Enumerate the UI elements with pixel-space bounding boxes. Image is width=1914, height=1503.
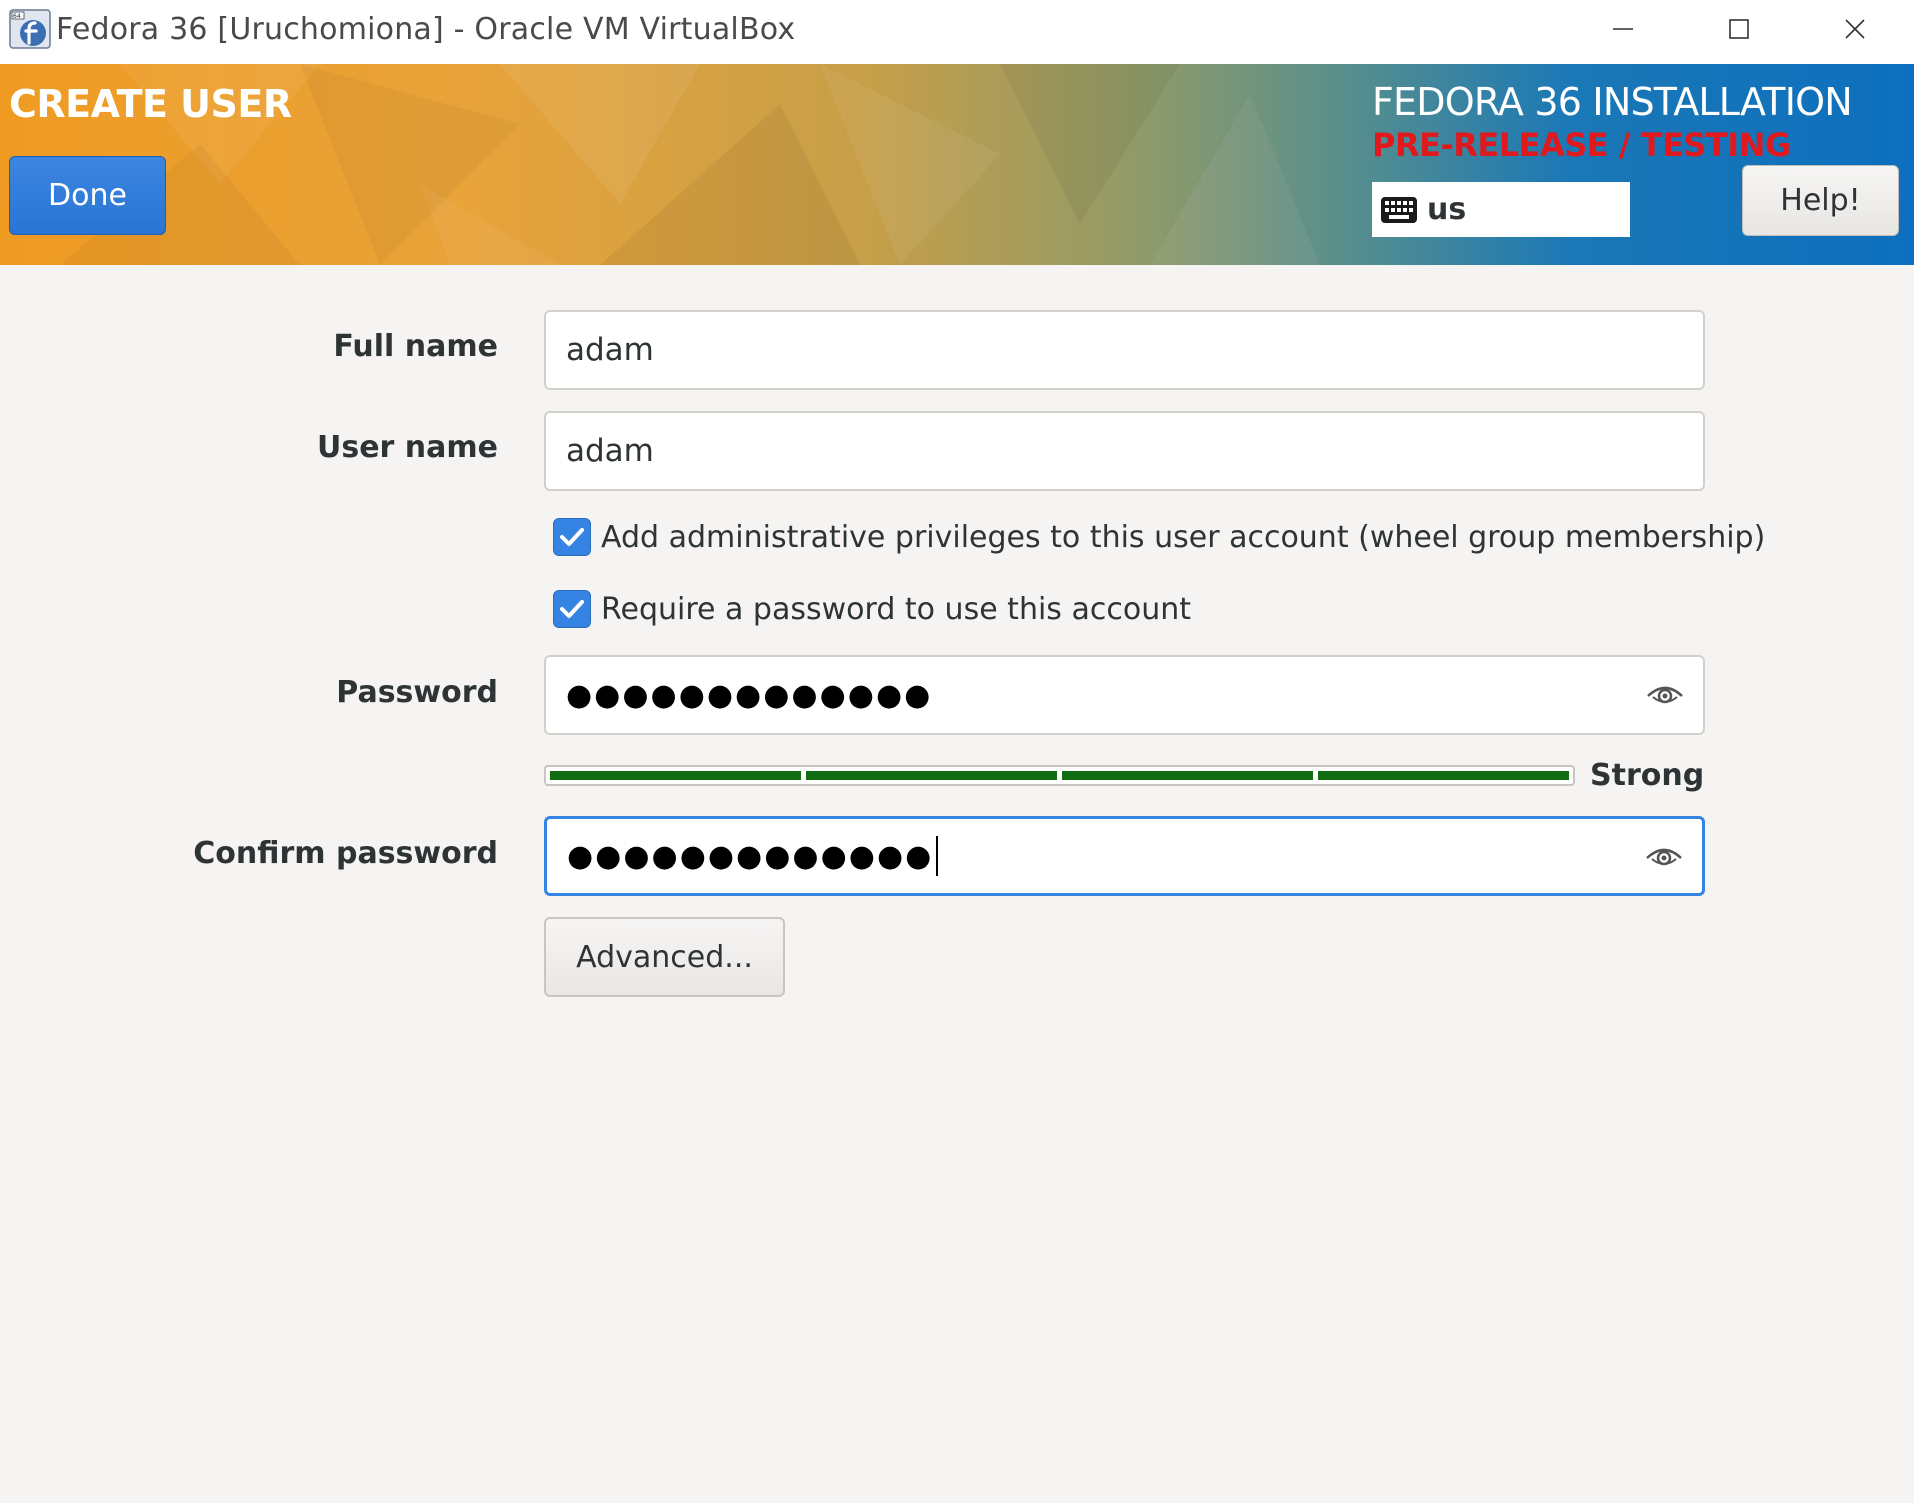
minimize-button[interactable]: [1565, 0, 1681, 58]
text-cursor: [936, 836, 939, 876]
done-button[interactable]: Done: [9, 156, 166, 235]
password-strength-label: Strong: [1590, 758, 1705, 793]
admin-privileges-option[interactable]: Add administrative privileges to this us…: [553, 518, 1765, 556]
user-name-field[interactable]: adam: [544, 411, 1705, 491]
password-value: ●●●●●●●●●●●●●: [566, 677, 933, 713]
advanced-button[interactable]: Advanced...: [544, 917, 785, 997]
strength-segment: [1318, 771, 1569, 780]
confirm-password-label: Confirm password: [193, 836, 498, 871]
strength-segment: [1062, 771, 1313, 780]
password-field[interactable]: ●●●●●●●●●●●●●: [544, 655, 1705, 735]
full-name-field[interactable]: adam: [544, 310, 1705, 390]
close-icon: [1845, 19, 1865, 39]
header-banner: CREATE USER Done FEDORA 36 INSTALLATION …: [0, 64, 1914, 265]
confirm-password-value: ●●●●●●●●●●●●●: [567, 838, 934, 874]
keyboard-layout-value: us: [1427, 192, 1467, 227]
password-strength-bar: [544, 765, 1575, 786]
keyboard-icon: [1381, 196, 1417, 223]
maximize-button[interactable]: [1681, 0, 1797, 58]
prerelease-label: PRE-RELEASE / TESTING: [1372, 126, 1791, 164]
require-password-option[interactable]: Require a password to use this account: [553, 590, 1191, 628]
user-name-label: User name: [316, 430, 498, 465]
strength-segment: [806, 771, 1057, 780]
minimize-icon: [1613, 28, 1633, 30]
password-label: Password: [336, 675, 498, 710]
require-password-label: Require a password to use this account: [601, 591, 1191, 627]
strength-segment: [550, 771, 801, 780]
require-password-checkbox[interactable]: [553, 590, 591, 628]
show-password-icon[interactable]: [1645, 677, 1685, 713]
admin-privileges-label: Add administrative privileges to this us…: [601, 519, 1766, 555]
virtualbox-fedora-icon: 64: [9, 9, 51, 49]
keyboard-layout-indicator[interactable]: us: [1372, 182, 1630, 237]
maximize-icon: [1729, 19, 1749, 39]
checkmark-icon: [560, 528, 584, 546]
admin-privileges-checkbox[interactable]: [553, 518, 591, 556]
show-password-icon[interactable]: [1644, 839, 1684, 875]
confirm-password-field[interactable]: ●●●●●●●●●●●●●: [544, 816, 1705, 896]
user-name-value: adam: [566, 433, 654, 469]
product-title: FEDORA 36 INSTALLATION: [1372, 80, 1853, 124]
svg-text:64: 64: [13, 13, 21, 20]
help-button[interactable]: Help!: [1742, 165, 1899, 236]
window-titlebar: 64 Fedora 36 [Uruchomiona] - Oracle VM V…: [0, 0, 1914, 64]
page-title: CREATE USER: [9, 82, 292, 126]
close-button[interactable]: [1797, 0, 1913, 58]
window-title: Fedora 36 [Uruchomiona] - Oracle VM Virt…: [56, 12, 796, 47]
full-name-label: Full name: [333, 329, 498, 364]
full-name-value: adam: [566, 332, 654, 368]
checkmark-icon: [560, 600, 584, 618]
